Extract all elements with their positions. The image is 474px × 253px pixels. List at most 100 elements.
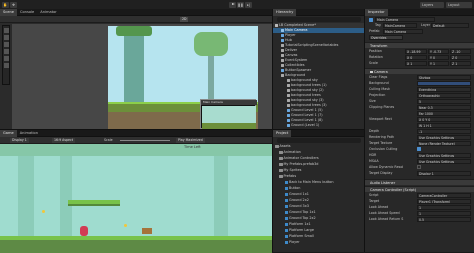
tab-hierarchy[interactable]: Hierarchy (273, 9, 297, 16)
tab-inspector[interactable]: Inspector (365, 9, 388, 16)
layer-label: Layer (421, 23, 431, 27)
project-prefab[interactable]: Ground 1x1 (273, 192, 365, 197)
project-folder[interactable]: Animation (273, 150, 365, 155)
target-texture-field[interactable]: None (Render Texture) (417, 141, 471, 146)
rect-tool-icon[interactable] (4, 56, 9, 61)
step-button[interactable]: ▸| (245, 1, 252, 8)
far-plane-field[interactable]: Far 1000 (417, 111, 471, 116)
game-viewport[interactable]: Time Left (0, 144, 272, 253)
project-prefab[interactable]: Ground Top 1x1 (273, 210, 365, 215)
project-prefab[interactable]: Platform 1x1 (273, 222, 365, 227)
project-list: Assets Animation Animator Controllers My… (273, 144, 365, 253)
prefab-field[interactable]: Main Camera (383, 29, 423, 34)
layout-dropdown[interactable]: Layout (446, 1, 472, 8)
tab-animation[interactable]: Animation (17, 130, 41, 137)
rotation-x[interactable]: X 0 (405, 55, 427, 60)
project-prefab[interactable]: Platform Small (273, 234, 365, 239)
rotate-tool-icon[interactable] (4, 42, 9, 47)
scale-y[interactable]: Y 1 (428, 61, 449, 66)
project-prefab[interactable]: Ground 3x3 (273, 204, 365, 209)
rotation-y[interactable]: Y 0 (428, 55, 449, 60)
msaa-dropdown[interactable]: Use Graphics Settings (417, 159, 471, 164)
culling-mask-dropdown[interactable]: Everything (417, 87, 471, 92)
scale-z[interactable]: Z 1 (450, 61, 471, 66)
projection-dropdown[interactable]: Orthographic (417, 93, 471, 98)
audio-listener-header[interactable]: Audio Listener (365, 179, 474, 185)
rotation-z[interactable]: Z 0 (450, 55, 471, 60)
project-prefab[interactable]: Player (273, 240, 365, 245)
viewport-xy-field[interactable]: X 0 Y 0 (417, 117, 471, 122)
transform-header[interactable]: Transform (365, 42, 474, 48)
scale-label: Scale (369, 61, 378, 65)
tab-project[interactable]: Project (273, 130, 292, 137)
overrides-dropdown[interactable]: Overrides (369, 35, 403, 40)
background-color-field[interactable] (417, 81, 471, 86)
look-ahead-speed-field[interactable]: 1 (417, 211, 471, 216)
layers-dropdown[interactable]: Layers (420, 1, 444, 8)
tab-game[interactable]: Game (0, 130, 17, 137)
camera-controller-header[interactable]: Camera Controller (Script) (365, 186, 474, 192)
look-ahead-field[interactable]: 1 (417, 205, 471, 210)
project-prefab[interactable]: Ground Top 2x2 (273, 216, 365, 221)
floating-platform (68, 200, 120, 206)
hdr-dropdown[interactable]: Use Graphics Settings (417, 153, 471, 158)
project-folder[interactable]: Assets (273, 144, 365, 149)
hierarchy-search[interactable] (277, 17, 361, 22)
tab-scene[interactable]: Scene (0, 9, 17, 16)
play-maximized-toggle[interactable]: Play Maximized (176, 138, 205, 143)
position-x[interactable]: X -18.99 (405, 49, 427, 54)
project-panel: Project Assets Animation Animator Contro… (272, 129, 365, 253)
project-folder[interactable]: My Prefabs.prefab3d (273, 162, 365, 167)
coin-icon (42, 210, 45, 213)
position-z[interactable]: Z -10 (450, 49, 471, 54)
position-y[interactable]: Y -0.73 (428, 49, 449, 54)
scene-viewport[interactable]: Main Camera (12, 24, 272, 129)
size-field[interactable]: 5 (417, 99, 471, 104)
scale-tool-icon[interactable] (4, 49, 9, 54)
target-display-dropdown[interactable]: Display 1 (417, 171, 471, 176)
project-prefab[interactable]: Button (273, 186, 365, 191)
pause-button[interactable]: ❚❚ (237, 1, 244, 8)
play-button[interactable] (229, 1, 236, 8)
tab-animator[interactable]: Animator (37, 9, 60, 16)
script-field[interactable]: CameraController (417, 193, 471, 198)
project-prefab[interactable]: Ground 2x2 (273, 198, 365, 203)
transform-tool-icon[interactable] (4, 63, 9, 68)
project-search[interactable] (277, 138, 361, 143)
target-field[interactable]: Player1 (Transform) (417, 199, 471, 204)
occlusion-culling-checkbox[interactable] (417, 147, 421, 151)
dynamic-resolution-checkbox[interactable] (417, 165, 421, 169)
project-prefab[interactable]: Platform Large (273, 228, 365, 233)
near-plane-field[interactable]: Near 0.3 (417, 105, 471, 110)
tab-console[interactable]: Console (17, 9, 37, 16)
project-prefab[interactable]: Back to Main Menu button (273, 180, 365, 185)
rendering-path-dropdown[interactable]: Use Graphics Settings (417, 135, 471, 140)
script-prop-label: Script (369, 193, 379, 197)
view-tool-icon[interactable] (4, 28, 9, 33)
object-active-checkbox[interactable] (369, 18, 373, 22)
scale-x[interactable]: X 1 (405, 61, 427, 66)
move-tool-button[interactable]: ✥ (10, 1, 17, 8)
move-tool-icon[interactable] (4, 35, 9, 40)
rotation-label: Rotation (369, 55, 383, 59)
clear-flags-dropdown[interactable]: Skybox (417, 75, 471, 80)
camera-rows: Clear Flags Skybox Background Culling Ma… (365, 75, 474, 177)
camera-header[interactable]: Camera (365, 68, 474, 74)
scale-slider[interactable] (120, 140, 170, 141)
game-toolbar: Display 1 16:9 Aspect Scale Play Maximiz… (0, 137, 272, 144)
project-folder[interactable]: My Sprites (273, 168, 365, 173)
hand-tool-button[interactable]: ✋ (2, 1, 9, 8)
project-folder[interactable]: Animator Controllers (273, 156, 365, 161)
2d-toggle[interactable]: 2D (180, 17, 189, 22)
viewport-wh-field[interactable]: W 1 H 1 (417, 123, 471, 128)
object-name-field[interactable]: Main Camera (375, 17, 435, 22)
look-ahead-return-field[interactable]: 0.5 (417, 217, 471, 222)
tag-dropdown[interactable]: MainCamera (383, 23, 417, 28)
layer-dropdown[interactable]: Default (431, 23, 469, 28)
inspector-tabbar: Inspector (365, 9, 474, 16)
aspect-dropdown[interactable]: 16:9 Aspect (52, 138, 75, 143)
project-folder[interactable]: Prefabs (273, 174, 365, 179)
display-dropdown[interactable]: Display 1 (10, 138, 29, 143)
depth-field[interactable]: -1 (417, 129, 471, 134)
script-prop-label: Target (369, 199, 380, 203)
